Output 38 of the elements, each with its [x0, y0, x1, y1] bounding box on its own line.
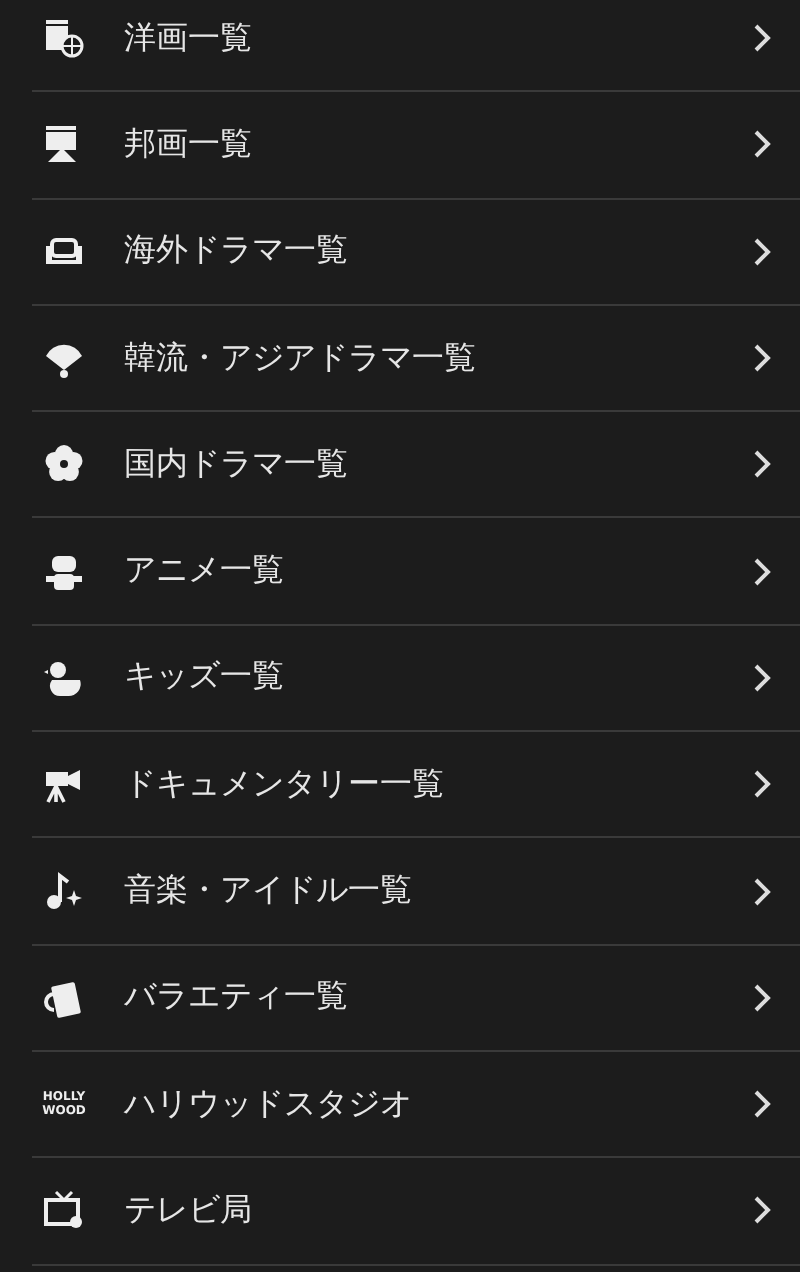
chevron-right-icon [752, 130, 772, 159]
menu-label: テレビ局 [124, 1189, 254, 1232]
chevron-right-icon [752, 237, 772, 266]
menu-label: 海外ドラマ一覧 [124, 230, 350, 273]
menu-item[interactable]: 海外ドラマ一覧 [32, 199, 800, 306]
menu-label: 韓流・アジアドラマ一覧 [124, 337, 478, 380]
menu-item[interactable]: ドキュメンタリー一覧 [32, 732, 800, 839]
menu-item[interactable]: バラエティ一覧 [32, 945, 800, 1052]
chevron-right-icon [752, 877, 772, 906]
menu-item[interactable]: アニメ一覧 [32, 518, 800, 626]
chevron-right-icon [752, 450, 772, 479]
tv-icon [42, 1188, 86, 1233]
menu-label: 音楽・アイドル一覧 [124, 870, 414, 913]
menu-item[interactable]: 韓流・アジアドラマ一覧 [32, 305, 800, 413]
chevron-right-icon [752, 24, 772, 53]
menu-label: ハリウッドスタジオ [124, 1083, 414, 1126]
flower-icon [42, 442, 86, 487]
menu-label: バラエティ一覧 [124, 976, 350, 1019]
chevron-right-icon [752, 344, 772, 373]
menu-label: 邦画一覧 [124, 123, 254, 166]
chevron-right-icon [752, 770, 772, 799]
menu-label: 洋画一覧 [124, 17, 254, 60]
music-note-icon [42, 869, 86, 914]
chevron-right-icon [752, 983, 772, 1012]
menu-item[interactable]: 邦画一覧 [32, 92, 800, 200]
menu-label: 国内ドラマ一覧 [124, 443, 350, 486]
menu-label: ドキュメンタリー一覧 [124, 763, 446, 806]
menu-item[interactable]: 洋画一覧 [32, 0, 800, 93]
chevron-right-icon [752, 1090, 772, 1119]
menu-label: キッズ一覧 [124, 656, 286, 699]
menu-item[interactable]: 音楽・アイドル一覧 [32, 838, 800, 946]
chevron-right-icon [752, 557, 772, 586]
chevron-right-icon [752, 1196, 772, 1225]
menu-item[interactable]: キッズ一覧 [32, 625, 800, 733]
menu-label: アニメ一覧 [124, 550, 286, 593]
chevron-right-icon [752, 663, 772, 692]
menu-item[interactable]: 国内ドラマ一覧 [32, 412, 800, 519]
menu-item[interactable]: テレビ局 [32, 1158, 800, 1266]
